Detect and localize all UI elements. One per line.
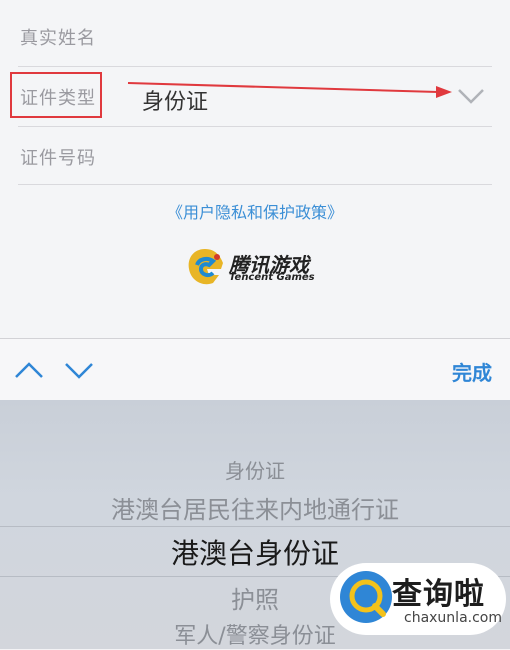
picker-option[interactable]: 身份证 [0, 455, 510, 484]
watermark-url: chaxunla.com [404, 610, 502, 626]
done-button[interactable]: 完成 [452, 357, 492, 386]
search-logo-icon [340, 571, 392, 623]
id-number-label: 证件号码 [20, 148, 96, 169]
tencent-games-logo: 腾讯游戏 Tencent Games [183, 245, 323, 289]
picker-toolbar: 完成 [0, 338, 510, 401]
annotation-arrow [127, 82, 452, 98]
tencent-games-logo-icon [188, 249, 223, 285]
chevron-down-icon[interactable] [62, 353, 96, 387]
watermark-title: 查询啦 [392, 577, 485, 612]
logo-subtitle: Tencent Games [229, 272, 315, 283]
picker-selection-top-line [0, 526, 510, 527]
picker-option[interactable]: 港澳台居民往来内地通行证 [0, 490, 510, 525]
chaxunla-watermark: 查询啦 chaxunla.com [330, 563, 506, 635]
id-number-row[interactable]: 证件号码 [18, 126, 492, 185]
chevron-up-icon[interactable] [12, 353, 46, 387]
real-name-form: 真实姓名 证件类型 身份证 证件号码 《用户隐私和保护政策》 腾讯游戏 Tenc… [0, 0, 510, 338]
privacy-policy-link[interactable]: 《用户隐私和保护政策》 [0, 199, 510, 223]
